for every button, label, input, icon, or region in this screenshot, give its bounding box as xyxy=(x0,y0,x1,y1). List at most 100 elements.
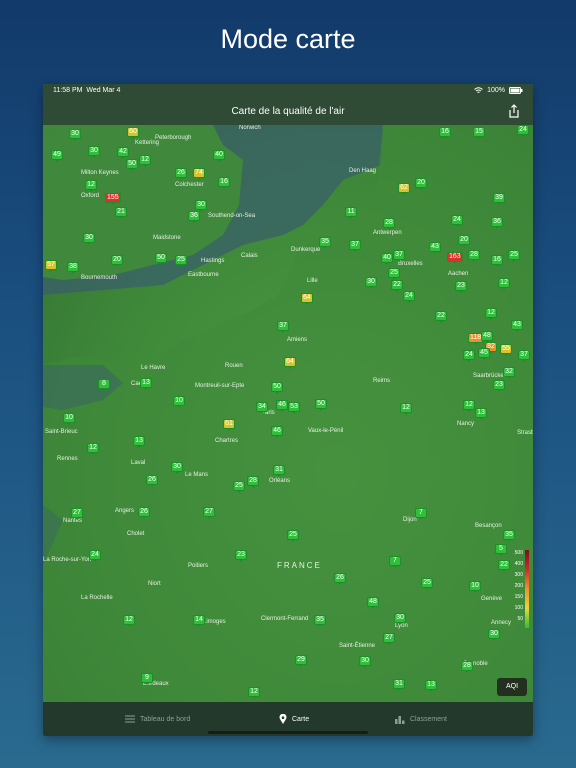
aqi-marker[interactable]: 24 xyxy=(451,215,463,227)
aqi-marker[interactable]: 10 xyxy=(173,396,185,408)
aqi-marker[interactable]: 40 xyxy=(213,150,225,162)
aqi-marker[interactable]: 12 xyxy=(485,308,497,320)
aqi-marker[interactable]: 13 xyxy=(140,378,152,390)
aqi-marker[interactable]: 27 xyxy=(383,633,395,645)
aqi-marker[interactable]: 26 xyxy=(175,168,187,180)
aqi-marker[interactable]: 46 xyxy=(271,426,283,438)
aqi-marker[interactable]: 28 xyxy=(461,661,473,673)
aqi-marker[interactable]: 32 xyxy=(503,367,515,379)
aqi-marker[interactable]: 26 xyxy=(138,507,150,519)
aqi-marker[interactable]: 40 xyxy=(381,253,393,265)
aqi-marker[interactable]: 27 xyxy=(203,507,215,519)
aqi-marker[interactable]: 50 xyxy=(315,399,327,411)
aqi-marker[interactable]: 50 xyxy=(271,382,283,394)
aqi-marker[interactable]: 50 xyxy=(155,253,167,265)
aqi-marker[interactable]: 34 xyxy=(256,402,268,414)
aqi-marker[interactable]: 10 xyxy=(63,413,75,425)
aqi-marker[interactable]: 74 xyxy=(193,168,205,180)
aqi-marker[interactable]: 55 xyxy=(500,344,512,356)
aqi-marker[interactable]: 13 xyxy=(425,680,437,692)
aqi-marker[interactable]: 35 xyxy=(319,237,331,249)
aqi-marker[interactable]: 25 xyxy=(508,250,520,262)
aqi-marker[interactable]: 61 xyxy=(223,419,235,431)
aqi-marker[interactable]: 155 xyxy=(105,193,121,205)
aqi-marker[interactable]: 16 xyxy=(218,177,230,189)
aqi-marker[interactable]: 42 xyxy=(117,147,129,159)
aqi-marker[interactable]: 49 xyxy=(51,150,63,162)
aqi-marker[interactable]: 38 xyxy=(67,262,79,274)
aqi-marker[interactable]: 45 xyxy=(478,348,490,360)
aqi-marker[interactable]: 30 xyxy=(359,656,371,668)
aqi-marker[interactable]: 37 xyxy=(349,240,361,252)
aqi-marker[interactable]: 30 xyxy=(394,613,406,625)
aqi-marker[interactable]: 5 xyxy=(495,544,507,556)
aqi-marker[interactable]: 23 xyxy=(235,550,247,562)
aqi-marker[interactable]: 36 xyxy=(491,217,503,229)
aqi-marker[interactable]: 22 xyxy=(391,280,403,292)
aqi-button[interactable]: AQI xyxy=(497,678,527,696)
aqi-marker[interactable]: 25 xyxy=(175,255,187,267)
aqi-marker[interactable]: 10 xyxy=(469,581,481,593)
aqi-marker[interactable]: 28 xyxy=(468,250,480,262)
aqi-marker[interactable]: 37 xyxy=(518,350,530,362)
aqi-marker[interactable]: 22 xyxy=(498,560,510,572)
aqi-marker[interactable]: 11 xyxy=(345,207,357,219)
aqi-marker[interactable]: 24 xyxy=(463,350,475,362)
aqi-marker[interactable]: 12 xyxy=(498,278,510,290)
aqi-marker[interactable]: 64 xyxy=(301,293,313,305)
aqi-marker[interactable]: 37 xyxy=(277,321,289,333)
air-quality-map[interactable]: Peterborough Norwich Kettering Milton Keyne… xyxy=(43,125,533,702)
share-icon[interactable] xyxy=(507,104,521,118)
aqi-marker[interactable]: 163 xyxy=(447,252,463,264)
aqi-marker[interactable]: 31 xyxy=(273,465,285,477)
aqi-marker[interactable]: 48 xyxy=(367,597,379,609)
aqi-marker[interactable]: 62 xyxy=(398,183,410,195)
aqi-marker[interactable]: 25 xyxy=(233,481,245,493)
tab-ranking[interactable]: Classement xyxy=(395,702,447,736)
aqi-marker[interactable]: 28 xyxy=(383,218,395,230)
aqi-marker[interactable]: 60 xyxy=(127,127,139,139)
aqi-marker[interactable]: 20 xyxy=(458,235,470,247)
aqi-marker[interactable]: 9 xyxy=(141,673,153,685)
aqi-marker[interactable]: 12 xyxy=(400,403,412,415)
aqi-marker[interactable]: 25 xyxy=(388,268,400,280)
aqi-marker[interactable]: 25 xyxy=(421,578,433,590)
aqi-marker[interactable]: 7 xyxy=(415,508,427,520)
aqi-marker[interactable]: 30 xyxy=(488,629,500,641)
aqi-marker[interactable]: 21 xyxy=(115,207,127,219)
aqi-marker[interactable]: 12 xyxy=(248,687,260,699)
aqi-marker[interactable]: 26 xyxy=(334,573,346,585)
aqi-marker[interactable]: 30 xyxy=(88,146,100,158)
aqi-marker[interactable]: 27 xyxy=(71,508,83,520)
aqi-marker[interactable]: 14 xyxy=(193,615,205,627)
aqi-marker[interactable]: 24 xyxy=(403,291,415,303)
aqi-marker[interactable]: 29 xyxy=(295,655,307,667)
aqi-marker[interactable]: 43 xyxy=(511,320,523,332)
aqi-marker[interactable]: 12 xyxy=(139,155,151,167)
aqi-marker[interactable]: 13 xyxy=(133,436,145,448)
aqi-marker[interactable]: 31 xyxy=(393,679,405,691)
aqi-marker[interactable]: 7 xyxy=(389,556,401,568)
aqi-marker[interactable]: 12 xyxy=(85,180,97,192)
aqi-marker[interactable]: 16 xyxy=(439,127,451,139)
aqi-marker[interactable]: 20 xyxy=(415,178,427,190)
aqi-marker[interactable]: 35 xyxy=(503,530,515,542)
aqi-marker[interactable]: 30 xyxy=(365,277,377,289)
aqi-marker[interactable]: 46 xyxy=(276,400,288,412)
aqi-marker[interactable]: 12 xyxy=(463,400,475,412)
aqi-marker[interactable]: 39 xyxy=(493,193,505,205)
aqi-marker[interactable]: 36 xyxy=(188,211,200,223)
aqi-marker[interactable]: 57 xyxy=(45,260,57,272)
aqi-marker[interactable]: 50 xyxy=(126,159,138,171)
aqi-marker[interactable]: 30 xyxy=(171,462,183,474)
aqi-marker[interactable]: 15 xyxy=(473,127,485,139)
aqi-marker[interactable]: 43 xyxy=(429,242,441,254)
aqi-marker[interactable]: 24 xyxy=(89,550,101,562)
aqi-marker[interactable]: 8 xyxy=(98,379,110,391)
tab-dashboard[interactable]: Tableau de bord xyxy=(125,702,190,736)
aqi-marker[interactable]: 53 xyxy=(288,402,300,414)
aqi-marker[interactable]: 30 xyxy=(195,200,207,212)
aqi-marker[interactable]: 28 xyxy=(247,476,259,488)
aqi-marker[interactable]: 48 xyxy=(481,331,493,343)
aqi-marker[interactable]: 30 xyxy=(83,233,95,245)
